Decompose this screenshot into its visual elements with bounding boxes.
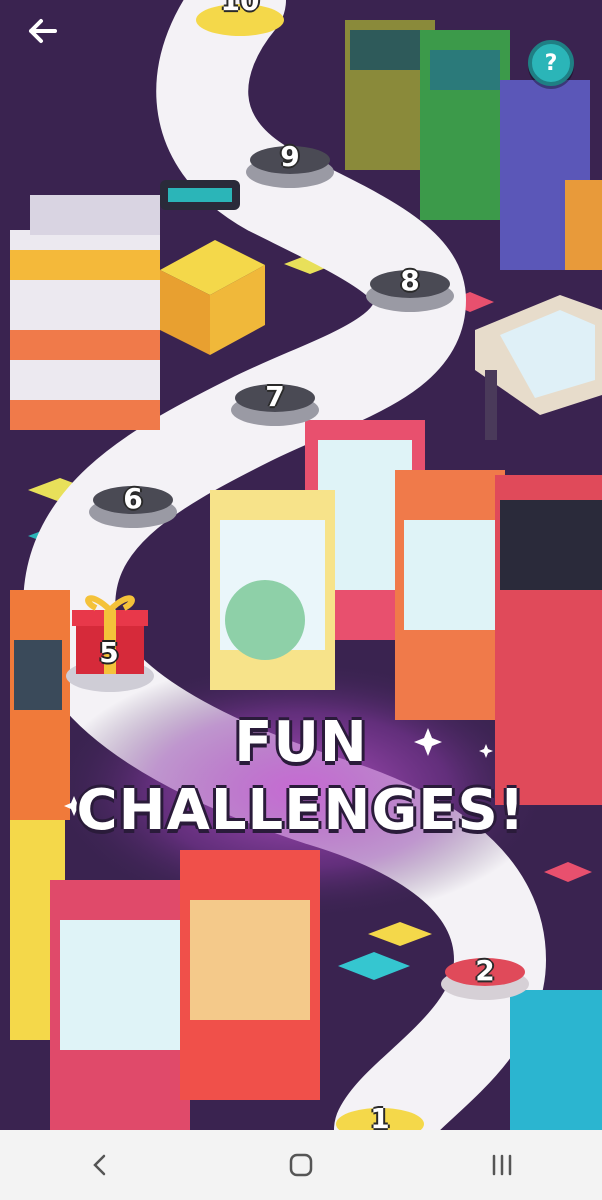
- nav-recents-button[interactable]: [462, 1140, 542, 1190]
- headline-line-2: CHALLENGES!: [76, 778, 526, 843]
- bonus-level-label: 5: [99, 636, 119, 669]
- level-label: 6: [123, 481, 143, 515]
- level-label: 8: [400, 263, 420, 297]
- level-9-node[interactable]: 9: [247, 132, 333, 180]
- recents-lines-icon: [492, 1154, 511, 1176]
- question-mark-icon: ?: [544, 50, 558, 76]
- arrow-left-icon: [29, 19, 57, 43]
- level-7-node[interactable]: 7: [232, 372, 318, 420]
- nav-back-button[interactable]: [60, 1140, 140, 1190]
- home-square-icon: [289, 1153, 313, 1177]
- claw-machine-stack: [10, 195, 160, 430]
- help-button[interactable]: ?: [528, 40, 574, 86]
- level-label: 7: [265, 379, 285, 413]
- game-screen: 10 9 8 7 6 5 2 1 FUN CHALLENGES! ?: [0, 0, 602, 1200]
- nav-home-button[interactable]: [261, 1140, 341, 1190]
- level-label: 9: [280, 139, 300, 173]
- headline-line-1: FUN: [234, 710, 368, 775]
- level-10-node[interactable]: 10: [197, 0, 283, 24]
- level-2-node[interactable]: 2: [442, 946, 528, 994]
- level-6-node[interactable]: 6: [90, 474, 176, 522]
- level-8-node[interactable]: 8: [367, 256, 453, 304]
- back-button[interactable]: [20, 14, 64, 48]
- system-navigation-bar: [0, 1130, 602, 1200]
- level-label: 2: [475, 953, 495, 987]
- level-label: 10: [220, 0, 260, 17]
- chevron-left-icon: [93, 1154, 106, 1176]
